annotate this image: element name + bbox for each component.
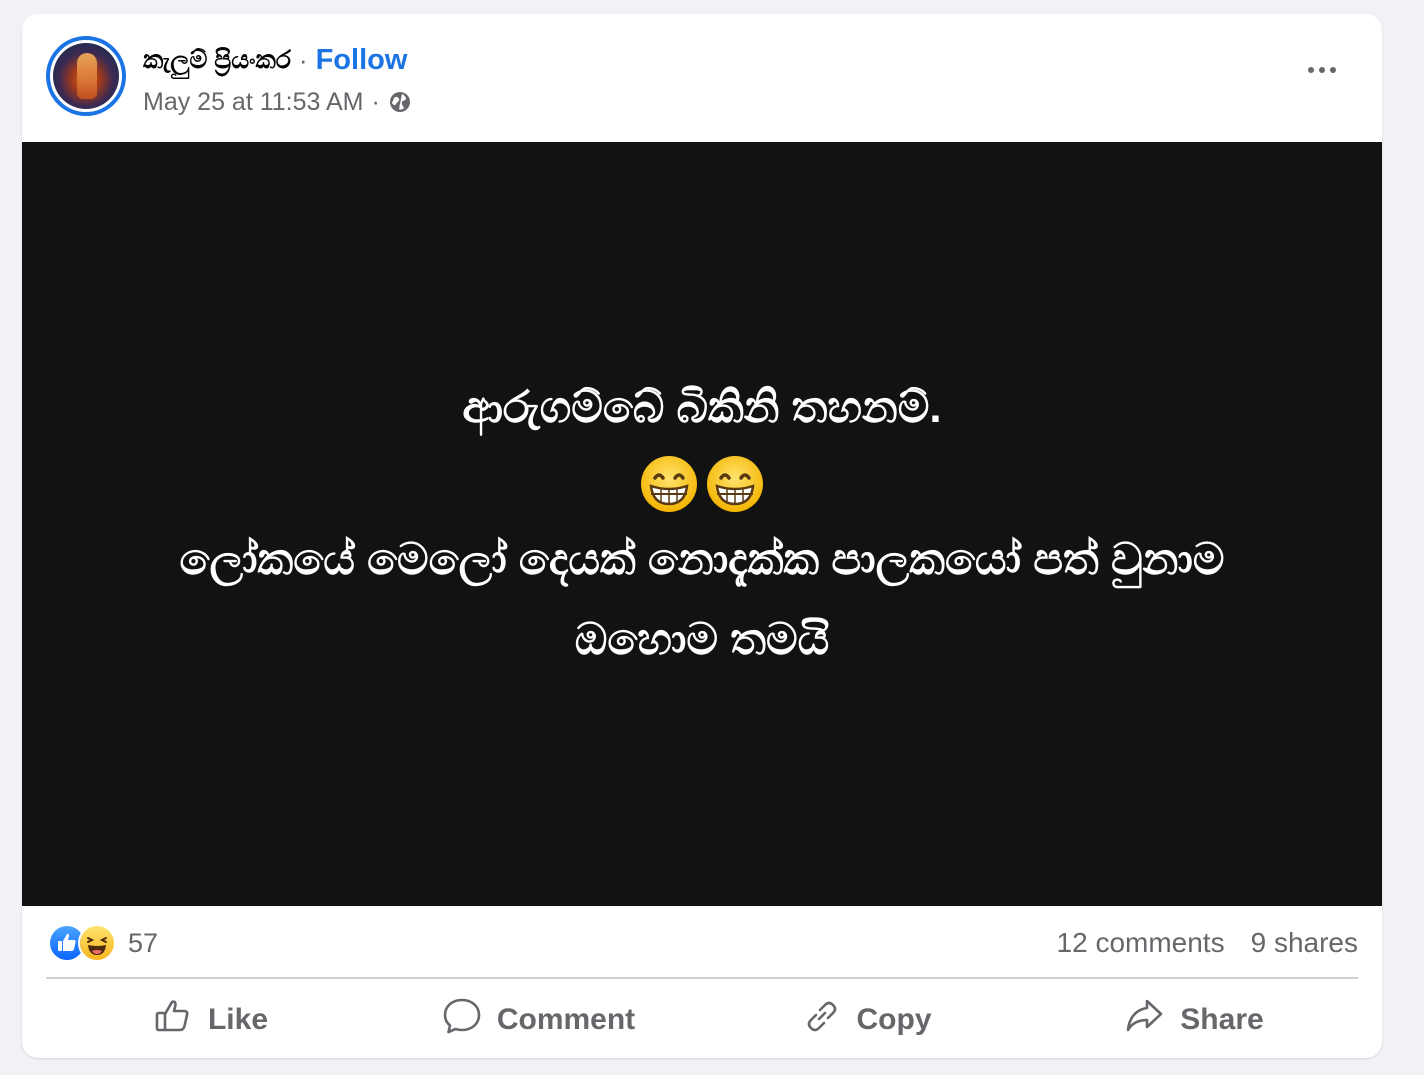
like-label: Like <box>207 1003 269 1036</box>
avatar[interactable] <box>46 36 126 116</box>
post-text-line-1: ආරුගම්බේ බිකිනි තහනම්. <box>462 383 942 432</box>
post-card: කැලුම් ප්‍රියංකර · Follow May 25 at 11:5… <box>22 14 1382 1058</box>
post-stats-row: 57 12 comments 9 shares <box>48 922 1358 964</box>
link-icon <box>801 995 843 1045</box>
post-text-line-2: ලෝකයේ මෙලෝ දෙයක් නොදැක්ක පාලකයෝ පත් වුනා… <box>179 535 1225 584</box>
avatar-image <box>53 43 119 109</box>
grinning-face-icon <box>639 454 699 514</box>
share-label: Share <box>1180 1003 1264 1036</box>
copy-label: Copy <box>856 1003 932 1036</box>
comment-button[interactable]: Comment <box>374 989 702 1051</box>
post-emoji-row <box>639 448 765 520</box>
haha-reaction-icon <box>78 924 116 962</box>
name-separator: · <box>298 44 308 75</box>
post-image[interactable]: ආරුගම්බේ බිකිනි තහනම්. ලෝකයේ මෙලෝ දෙයක් … <box>22 142 1382 906</box>
comment-label: Comment <box>496 1003 636 1036</box>
globe-icon[interactable] <box>388 90 412 114</box>
meta-separator: · <box>371 87 380 116</box>
like-button[interactable]: Like <box>46 989 374 1051</box>
shares-count[interactable]: 9 shares <box>1251 927 1358 959</box>
grinning-face-icon <box>705 454 765 514</box>
more-options-icon[interactable] <box>1296 52 1348 88</box>
comment-bubble-icon <box>441 995 483 1045</box>
actions-divider <box>46 977 1358 979</box>
engagement-counts: 12 comments 9 shares <box>1057 927 1358 959</box>
post-actions-bar: Like Comment Copy Share <box>46 989 1358 1051</box>
post-meta-row: May 25 at 11:53 AM · <box>143 84 412 120</box>
reaction-count: 57 <box>128 927 159 958</box>
share-arrow-icon <box>1124 995 1166 1045</box>
copy-button[interactable]: Copy <box>702 989 1030 1051</box>
share-button[interactable]: Share <box>1030 989 1358 1051</box>
post-text-line-3: ඔහොම තමයි <box>574 615 830 664</box>
post-timestamp[interactable]: May 25 at 11:53 AM <box>143 88 364 117</box>
reactions-summary[interactable]: 57 <box>48 924 158 962</box>
follow-button[interactable]: Follow <box>316 44 408 77</box>
comments-count[interactable]: 12 comments <box>1057 927 1225 959</box>
post-header-name-row: කැලුම් ප්‍රියංකර · Follow <box>143 40 407 80</box>
thumbs-up-icon <box>152 995 194 1045</box>
author-name[interactable]: කැලුම් ප්‍රියංකර <box>143 46 291 75</box>
